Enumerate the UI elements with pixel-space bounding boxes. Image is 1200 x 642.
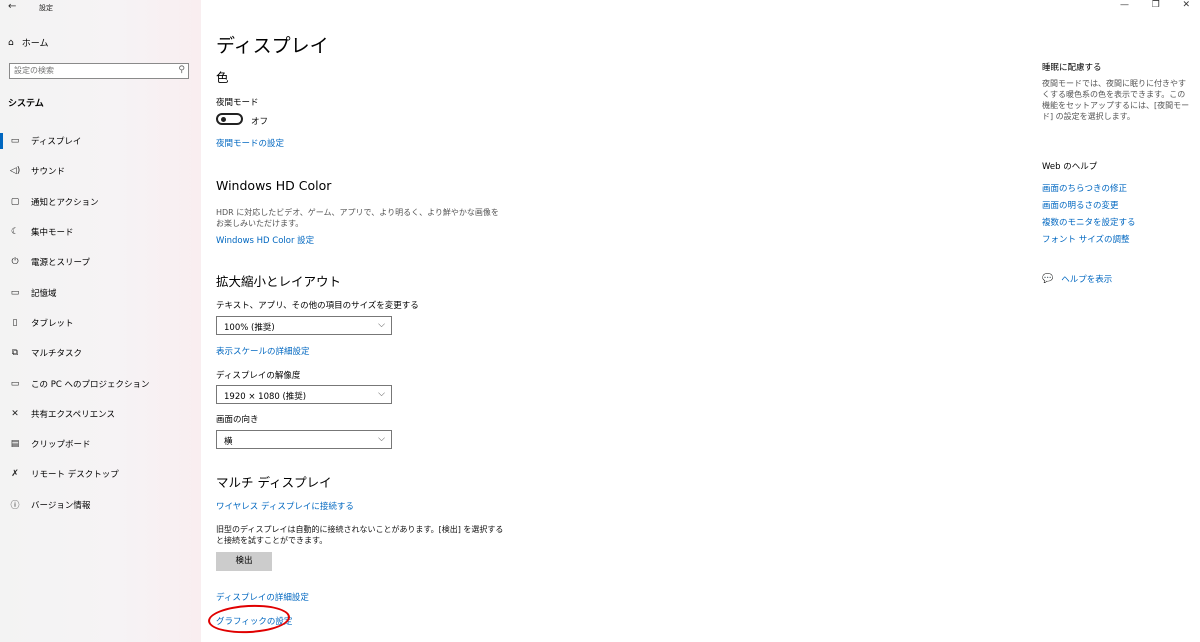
- sidebar-item-about[interactable]: ⓘ バージョン情報: [0, 490, 201, 520]
- notification-icon: ▢: [10, 196, 20, 207]
- hdr-settings-link[interactable]: Windows HD Color 設定: [216, 234, 314, 246]
- detect-button[interactable]: 検出: [216, 552, 272, 571]
- night-mode-settings-link[interactable]: 夜間モードの設定: [216, 137, 284, 149]
- speaker-icon: ◁): [9, 166, 21, 177]
- sidebar-item-label: クリップボード: [31, 440, 91, 451]
- sidebar-item-label: ディスプレイ: [31, 137, 82, 148]
- sidebar-item-shared[interactable]: ✕ 共有エクスペリエンス: [0, 399, 201, 429]
- detect-description: 旧型のディスプレイは自動的に接続されないことがあります。[検出] を選択すると接…: [216, 525, 504, 545]
- sidebar-item-multitask[interactable]: ⧉ マルチタスク: [0, 338, 201, 368]
- sidebar-item-label: バージョン情報: [31, 500, 91, 511]
- window-controls: — ❐ ✕: [1110, 0, 1200, 14]
- scale-heading: 拡大縮小とレイアウト: [216, 274, 342, 289]
- home-icon: ⌂: [8, 37, 14, 48]
- home-link[interactable]: ⌂ ホーム: [8, 36, 49, 50]
- storage-icon: ▭: [10, 287, 20, 298]
- scale-value: 100% (推奨): [224, 323, 275, 333]
- page-title: ディスプレイ: [216, 35, 329, 57]
- sidebar-item-label: タブレット: [31, 318, 74, 329]
- sidebar-item-projection[interactable]: ▭ この PC へのプロジェクション: [0, 368, 201, 398]
- sidebar-item-power[interactable]: ⏻ 電源とスリープ: [0, 247, 201, 277]
- orientation-label: 画面の向き: [216, 415, 259, 425]
- chat-icon: 💬: [1042, 274, 1054, 284]
- get-help-label: ヘルプを表示: [1061, 275, 1113, 285]
- moon-icon: ☾: [10, 227, 20, 238]
- sidebar-item-label: 共有エクスペリエンス: [31, 409, 115, 420]
- clipboard-icon: ▤: [10, 439, 20, 450]
- close-icon[interactable]: ✕: [1182, 0, 1190, 14]
- size-label: テキスト、アプリ、その他の項目のサイズを変更する: [216, 301, 419, 311]
- chevron-down-icon: ⌵: [378, 320, 385, 330]
- orientation-dropdown[interactable]: 横 ⌵: [216, 430, 392, 449]
- app-title: 設定: [39, 4, 53, 12]
- resolution-dropdown[interactable]: 1920 × 1080 (推奨) ⌵: [216, 385, 392, 404]
- hdr-description: HDR に対応したビデオ、ゲーム、アプリで、より明るく、より鮮やかな画像をお楽し…: [216, 208, 499, 228]
- orientation-value: 横: [224, 437, 233, 447]
- sidebar-item-label: 電源とスリープ: [31, 258, 90, 269]
- night-mode-toggle[interactable]: [216, 113, 243, 125]
- sidebar-item-storage[interactable]: ▭ 記憶域: [0, 277, 201, 307]
- sidebar-item-notifications[interactable]: ▢ 通知とアクション: [0, 187, 201, 217]
- sidebar-item-remote[interactable]: ✗ リモート デスクトップ: [0, 459, 201, 489]
- get-help-link[interactable]: 💬 ヘルプを表示: [1042, 273, 1112, 285]
- help-link-font-size[interactable]: フォント サイズの調整: [1042, 233, 1129, 245]
- nav-list: ▭ ディスプレイ ◁) サウンド ▢ 通知とアクション ☾ 集中モード ⏻ 電源とスリープ…: [0, 126, 201, 520]
- sidebar-item-focus[interactable]: ☾ 集中モード: [0, 217, 201, 247]
- sidebar-item-label: 記憶域: [31, 288, 57, 299]
- resolution-value: 1920 × 1080 (推奨): [224, 392, 307, 402]
- web-help-title: Web のヘルプ: [1042, 162, 1098, 172]
- sidebar: ← 設定 ⌂ ホーム ⚲ システム ▭ ディスプレイ ◁) サウンド ▢ 通知とアクシ…: [0, 0, 201, 642]
- resolution-label: ディスプレイの解像度: [216, 371, 301, 381]
- search-box[interactable]: ⚲: [9, 63, 189, 79]
- section-label: システム: [8, 99, 44, 109]
- help-link-brightness[interactable]: 画面の明るさの変更: [1042, 199, 1119, 211]
- scale-dropdown[interactable]: 100% (推奨) ⌵: [216, 316, 392, 335]
- sleep-description: 夜間モードでは、夜間に眠りに付きやすくする暖色系の色を表示できます。この機能をセ…: [1042, 79, 1190, 121]
- multi-display-heading: マルチ ディスプレイ: [216, 475, 332, 490]
- sleep-title: 睡眠に配慮する: [1042, 63, 1102, 73]
- hdr-heading: Windows HD Color: [216, 178, 332, 193]
- home-label: ホーム: [21, 39, 49, 49]
- tablet-icon: ▯: [12, 317, 18, 328]
- advanced-display-link[interactable]: ディスプレイの詳細設定: [216, 591, 309, 603]
- remote-icon: ✗: [11, 469, 19, 480]
- sidebar-item-display[interactable]: ▭ ディスプレイ: [0, 126, 201, 156]
- back-arrow-icon[interactable]: ←: [8, 1, 16, 12]
- help-link-monitors[interactable]: 複数のモニタを設定する: [1042, 216, 1136, 228]
- maximize-icon[interactable]: ❐: [1152, 0, 1160, 14]
- search-input[interactable]: [14, 66, 164, 75]
- chevron-down-icon: ⌵: [378, 434, 385, 444]
- night-mode-label: 夜間モード: [216, 98, 259, 108]
- sidebar-item-sound[interactable]: ◁) サウンド: [0, 156, 201, 186]
- sidebar-item-tablet[interactable]: ▯ タブレット: [0, 308, 201, 338]
- wireless-display-link[interactable]: ワイヤレス ディスプレイに接続する: [216, 500, 354, 512]
- display-icon: ▭: [10, 136, 20, 147]
- color-heading: 色: [216, 70, 229, 85]
- info-icon: ⓘ: [10, 501, 20, 512]
- night-mode-state: オフ: [251, 117, 269, 127]
- sidebar-item-label: この PC へのプロジェクション: [31, 379, 150, 390]
- search-icon[interactable]: ⚲: [178, 65, 185, 75]
- advanced-scaling-link[interactable]: 表示スケールの詳細設定: [216, 345, 310, 357]
- shared-icon: ✕: [11, 408, 19, 419]
- annotation-circle: [207, 602, 291, 636]
- chevron-down-icon: ⌵: [378, 389, 385, 399]
- projection-icon: ▭: [10, 378, 20, 389]
- sidebar-item-label: 通知とアクション: [31, 197, 99, 208]
- sidebar-item-label: マルチタスク: [31, 349, 83, 360]
- power-icon: ⏻: [11, 257, 19, 268]
- title-bar: ← 設定: [0, 0, 201, 14]
- sidebar-item-clipboard[interactable]: ▤ クリップボード: [0, 429, 201, 459]
- multitask-icon: ⧉: [11, 348, 19, 359]
- sidebar-item-label: サウンド: [31, 167, 66, 178]
- sidebar-item-label: リモート デスクトップ: [31, 470, 119, 481]
- help-link-flicker[interactable]: 画面のちらつきの修正: [1042, 182, 1127, 194]
- minimize-icon[interactable]: —: [1120, 0, 1129, 14]
- sidebar-item-label: 集中モード: [31, 228, 74, 239]
